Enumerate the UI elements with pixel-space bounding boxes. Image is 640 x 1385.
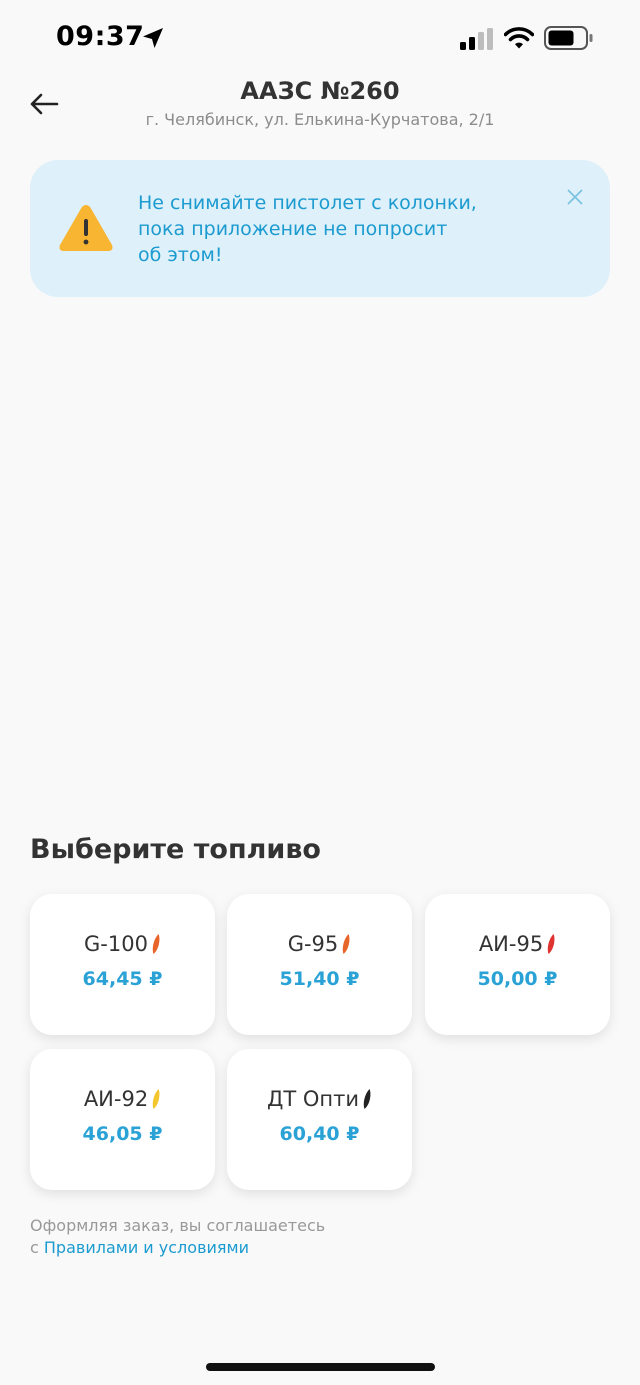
fuel-price: 60,40 ₽: [279, 1123, 360, 1145]
alert-message: Не снимайте пистолет с колонки, пока при…: [138, 190, 538, 268]
wifi-icon: [504, 27, 534, 49]
alert-line: об этом!: [138, 244, 223, 266]
cellular-signal-icon: [460, 28, 493, 50]
fuel-price: 50,00 ₽: [477, 968, 558, 990]
status-time: 09:37: [56, 21, 145, 52]
status-bar: 09:37: [0, 0, 640, 78]
fuel-name: АИ-92: [83, 1087, 149, 1111]
terms-line-prefix: с: [30, 1238, 39, 1257]
fuel-card-ai92[interactable]: АИ-92 46,05 ₽: [30, 1049, 215, 1190]
fuel-card-g100[interactable]: G-100 64,45 ₽: [30, 894, 215, 1035]
station-address: г. Челябинск, ул. Елькина-Курчатова, 2/1: [145, 110, 495, 129]
terms-text: Оформляя заказ, вы соглашаетесь с Правил…: [30, 1215, 430, 1259]
fuel-name: АИ-95: [478, 932, 544, 956]
fuel-card-g95[interactable]: G-95 51,40 ₽: [227, 894, 412, 1035]
fuel-card-dt-opti[interactable]: ДТ Опти 60,40 ₽: [227, 1049, 412, 1190]
fuel-drop-icon: [343, 934, 350, 954]
fuel-drop-icon: [152, 1089, 160, 1109]
fuel-name: ДТ Опти: [266, 1087, 360, 1111]
close-icon: [567, 189, 583, 205]
terms-line: Оформляя заказ, вы соглашаетесь: [30, 1216, 326, 1235]
location-arrow-icon: [143, 28, 163, 48]
fuel-price: 51,40 ₽: [279, 968, 360, 990]
fuel-section-title: Выберите топливо: [30, 834, 321, 865]
page-title: ААЗС №260: [240, 77, 400, 105]
fuel-drop-icon: [152, 934, 160, 954]
fuel-price: 46,05 ₽: [82, 1123, 163, 1145]
alert-line: пока приложение не попросит: [138, 218, 448, 240]
fuel-name: G-95: [287, 932, 339, 956]
fuel-card-ai95[interactable]: АИ-95 50,00 ₽: [425, 894, 610, 1035]
home-indicator: [206, 1363, 435, 1371]
terms-link[interactable]: Правилами и условиями: [44, 1238, 249, 1257]
fuel-drop-icon: [363, 1089, 371, 1109]
fuel-price: 64,45 ₽: [82, 968, 163, 990]
warning-triangle-icon: [59, 205, 113, 251]
fuel-drop-icon: [547, 934, 555, 954]
terms-line: с Правилами и условиями: [30, 1237, 430, 1259]
fuel-name: G-100: [84, 932, 148, 956]
battery-icon: [544, 26, 593, 50]
alert-close-button[interactable]: [562, 184, 588, 210]
alert-line: Не снимайте пистолет с колонки,: [138, 192, 477, 214]
